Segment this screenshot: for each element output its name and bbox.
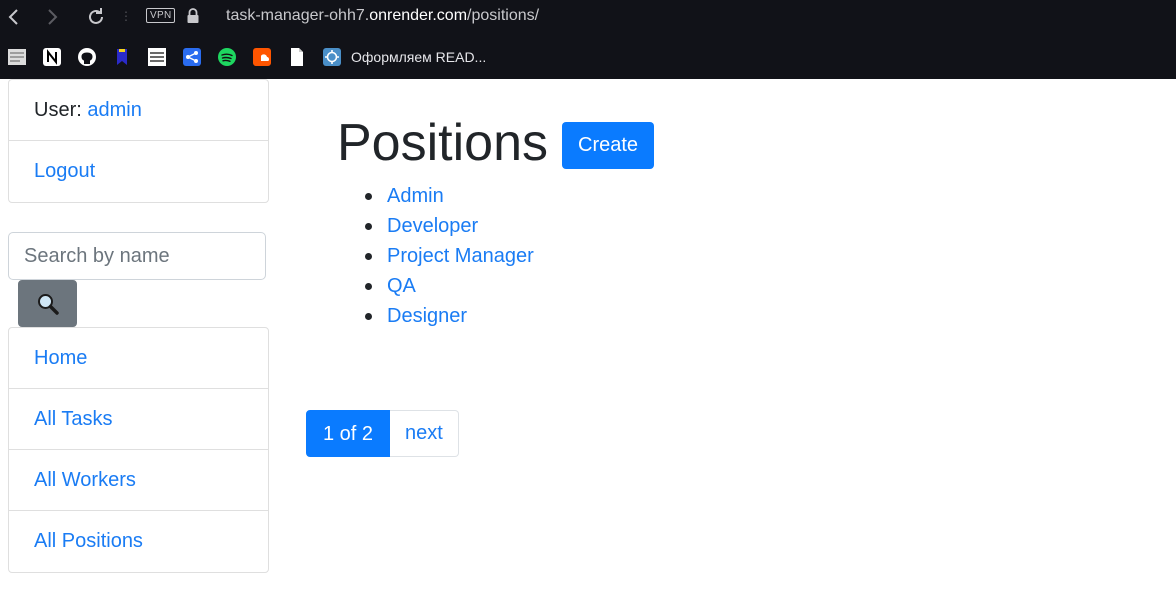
app-icon[interactable]: [322, 47, 342, 67]
lock-icon[interactable]: [186, 8, 200, 24]
url-prefix: task-manager-ohh7.: [226, 7, 370, 24]
title-row: Positions Create: [337, 113, 655, 173]
reload-icon[interactable]: [84, 5, 108, 29]
all-workers-link[interactable]: All Workers: [34, 469, 136, 492]
vpn-badge[interactable]: VPN: [146, 8, 176, 23]
list-item: Designer: [365, 301, 534, 331]
address-bar: ⋮ VPN task-manager-ohh7.onrender.com/pos…: [0, 0, 1176, 34]
home-link[interactable]: Home: [34, 347, 87, 370]
search-input[interactable]: [8, 232, 266, 280]
sidebar-item-tasks: All Tasks: [9, 389, 268, 450]
position-link[interactable]: QA: [387, 275, 416, 297]
search-icon: [37, 293, 59, 315]
bookmarks-bar: Оформляем READ...: [0, 40, 1176, 74]
spotify-icon[interactable]: [217, 47, 237, 67]
document-icon[interactable]: [287, 47, 307, 67]
schedule-icon[interactable]: [147, 47, 167, 67]
positions-list: Admin Developer Project Manager QA Desig…: [365, 181, 534, 331]
soundcloud-icon[interactable]: [252, 47, 272, 67]
sidebar-nav: Home All Tasks All Workers All Positions: [8, 327, 269, 573]
all-tasks-link[interactable]: All Tasks: [34, 408, 113, 431]
list-item: Project Manager: [365, 241, 534, 271]
create-button[interactable]: Create: [562, 121, 655, 169]
bookmark-label[interactable]: Оформляем READ...: [351, 48, 486, 66]
separator-icon: ⋮: [120, 9, 132, 23]
list-item: Developer: [365, 211, 534, 241]
page-title: Positions: [337, 114, 548, 172]
forward-icon[interactable]: [40, 5, 64, 29]
url-path: /positions/: [467, 7, 540, 24]
logout-link[interactable]: Logout: [34, 160, 95, 183]
bookmark-icon[interactable]: [112, 47, 132, 67]
browser-chrome: ⋮ VPN task-manager-ohh7.onrender.com/pos…: [0, 0, 1176, 79]
url-domain: onrender.com: [369, 7, 468, 24]
page-content: User: admin Logout Home All Tasks All Wo…: [0, 79, 1176, 608]
search-button[interactable]: [18, 280, 77, 327]
user-label: User:: [34, 98, 82, 121]
share-icon[interactable]: [182, 47, 202, 67]
github-icon[interactable]: [77, 47, 97, 67]
file-icon[interactable]: [7, 47, 27, 67]
list-item: Admin: [365, 181, 534, 211]
username-link[interactable]: admin: [87, 99, 141, 122]
back-icon[interactable]: [2, 5, 26, 29]
all-positions-link[interactable]: All Positions: [34, 530, 143, 553]
logout-item: Logout: [9, 141, 268, 202]
position-link[interactable]: Admin: [387, 185, 444, 207]
next-page-link[interactable]: next: [390, 410, 459, 457]
list-item: QA: [365, 271, 534, 301]
url-text[interactable]: task-manager-ohh7.onrender.com/positions…: [226, 6, 539, 26]
sidebar-item-home: Home: [9, 328, 268, 389]
notion-icon[interactable]: [42, 47, 62, 67]
position-link[interactable]: Project Manager: [387, 245, 534, 267]
current-page: 1 of 2: [306, 410, 391, 457]
position-link[interactable]: Developer: [387, 215, 478, 237]
position-link[interactable]: Designer: [387, 305, 467, 327]
user-item: User: admin: [9, 80, 268, 141]
user-panel: User: admin Logout: [8, 79, 269, 203]
sidebar-item-workers: All Workers: [9, 450, 268, 511]
pagination: 1 of 2 next: [306, 410, 459, 457]
sidebar-item-positions: All Positions: [9, 511, 268, 572]
